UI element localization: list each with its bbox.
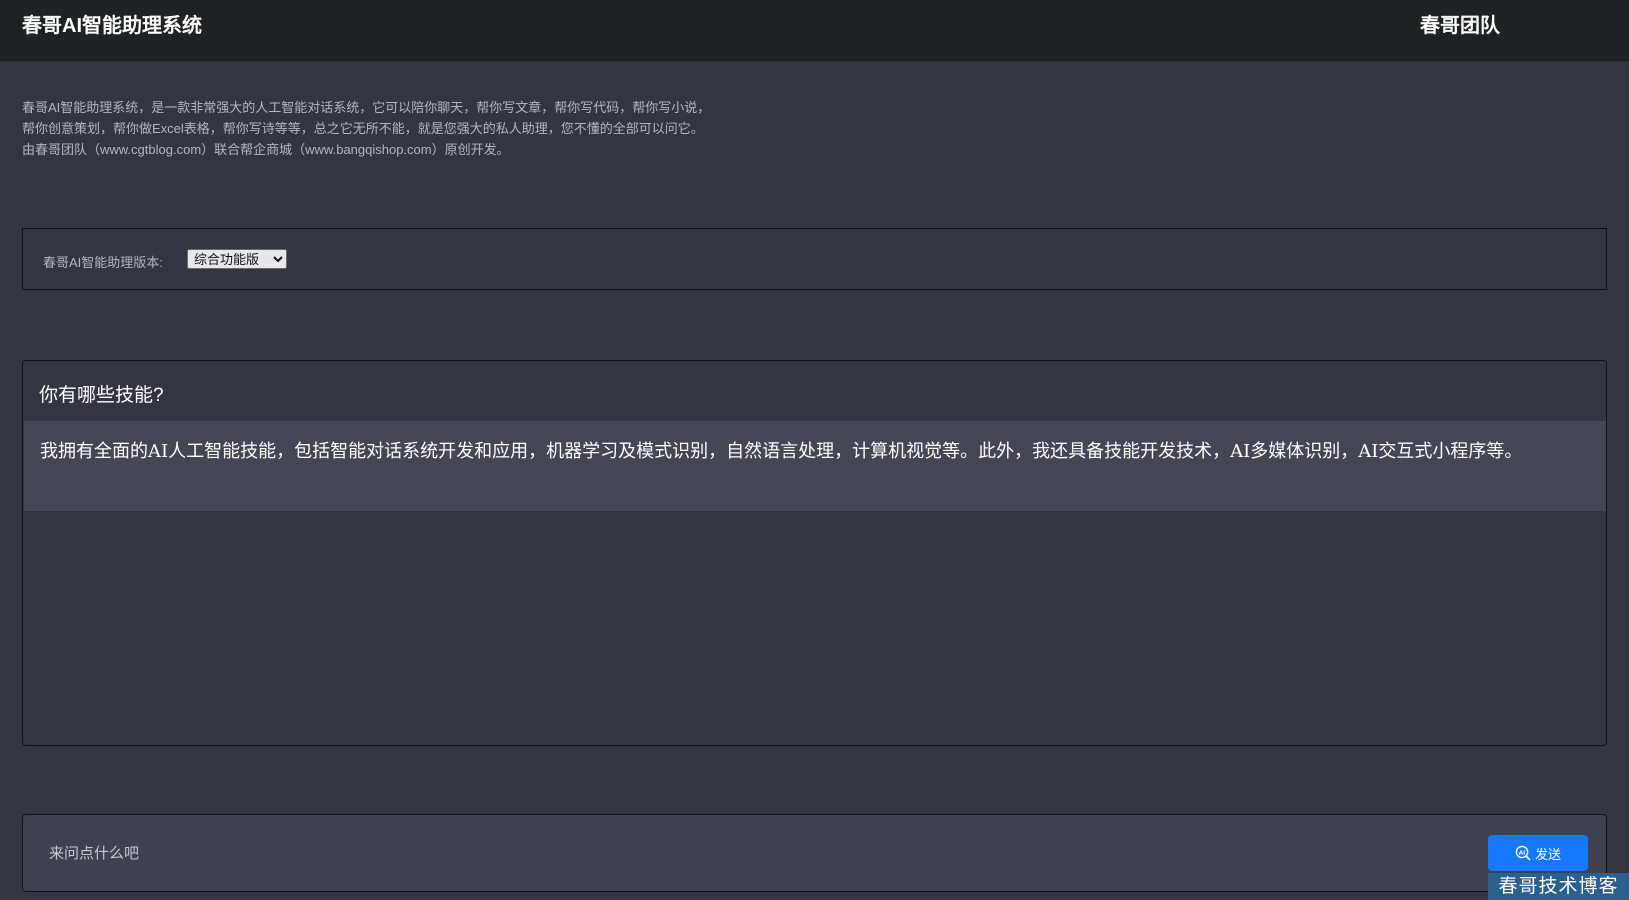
user-question: 你有哪些技能? [39,385,164,406]
intro-line: 由春哥团队（www.cgtblog.com）联合帮企商城（www.bangqis… [22,142,510,157]
ai-search-icon: AI [1515,845,1531,861]
intro-line: 帮你创意策划，帮你做Excel表格，帮你写诗等等，总之它无所不能，就是您强大的私… [22,121,704,136]
blog-watermark: 春哥技术博客 [1488,873,1629,900]
chat-history: 你有哪些技能? 我拥有全面的AI人工智能技能，包括智能对话系统开发和应用，机器学… [22,360,1607,746]
version-panel: 春哥AI智能助理版本: 综合功能版 [22,228,1607,290]
intro-line: 春哥AI智能助理系统，是一款非常强大的人工智能对话系统，它可以陪你聊天，帮你写文… [22,100,711,115]
composer: AI 发送 [22,814,1607,892]
assistant-answer-text: 我拥有全面的AI人工智能技能，包括智能对话系统开发和应用，机器学习及模式识别，自… [40,441,1523,462]
chat-input[interactable] [47,841,1351,865]
send-button-label: 发送 [1534,846,1561,862]
send-button[interactable]: AI 发送 [1488,835,1588,871]
app-title: 春哥AI智能助理系统 [22,15,202,37]
version-label: 春哥AI智能助理版本: [43,255,163,270]
svg-text:AI: AI [1519,850,1525,856]
version-select[interactable]: 综合功能版 [187,249,287,269]
intro-description: 春哥AI智能助理系统，是一款非常强大的人工智能对话系统，它可以陪你聊天，帮你写文… [22,97,822,160]
assistant-answer: 我拥有全面的AI人工智能技能，包括智能对话系统开发和应用，机器学习及模式识别，自… [24,421,1606,511]
team-link[interactable]: 春哥团队 [1420,9,1500,38]
top-bar: 春哥AI智能助理系统 春哥团队 [0,0,1629,62]
